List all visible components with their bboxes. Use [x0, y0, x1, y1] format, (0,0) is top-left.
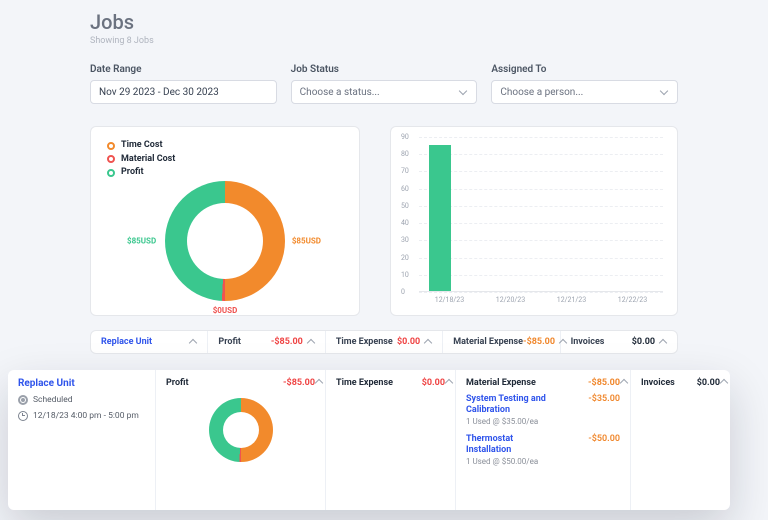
detail-invoices-label: Invoices [641, 378, 675, 388]
clock-icon [18, 411, 28, 421]
material-list: System Testing and Calibration1 Used @ $… [466, 394, 620, 466]
bar-chart: 0102030405060708090 [419, 137, 663, 292]
x-tick: 12/21/23 [541, 296, 602, 304]
donut-value-profit: $85USD [127, 237, 156, 246]
page-subtitle: Showing 8 Jobs [90, 36, 678, 46]
job-detail-panel: Replace Unit Scheduled 12/18/23 4:00 pm … [8, 370, 730, 510]
material-price: -$50.00 [588, 434, 620, 444]
collapse-icon[interactable] [189, 338, 197, 346]
job-status-select[interactable]: Choose a status... [291, 80, 478, 104]
legend-dot-material-icon [107, 155, 115, 163]
y-tick: 40 [401, 219, 409, 227]
material-sub: 1 Used @ $35.00/ea [466, 417, 554, 427]
summary-time-label: Time Expense [336, 337, 393, 347]
collapse-icon[interactable] [559, 338, 567, 346]
detail-status: Scheduled [33, 395, 73, 405]
y-tick: 90 [401, 133, 409, 141]
y-tick: 0 [401, 288, 405, 296]
legend-material-label: Material Cost [121, 153, 175, 167]
material-sub: 1 Used @ $50.00/ea [466, 457, 554, 467]
collapse-icon[interactable] [659, 338, 667, 346]
donut-value-time: $85USD [292, 237, 321, 246]
material-item: Thermostat Installation1 Used @ $50.00/e… [466, 434, 620, 466]
material-price: -$35.00 [588, 394, 620, 404]
detail-profit-label: Profit [166, 378, 189, 388]
bar [429, 145, 451, 291]
detail-profit-value: -$85.00 [283, 378, 315, 388]
legend-time-label: Time Cost [121, 139, 163, 153]
collapse-icon[interactable] [424, 338, 432, 346]
detail-time-value: $0.00 [422, 378, 445, 388]
chevron-down-icon [458, 87, 468, 97]
material-name[interactable]: System Testing and Calibration [466, 394, 554, 417]
date-range-value: Nov 29 2023 - Dec 30 2023 [99, 87, 219, 98]
summary-material-value: -$85.00 [523, 337, 555, 347]
summary-job-title[interactable]: Replace Unit [101, 337, 152, 347]
y-tick: 10 [401, 271, 409, 279]
assigned-to-select[interactable]: Choose a person... [491, 80, 678, 104]
status-icon [18, 395, 28, 405]
detail-material-label: Material Expense [466, 378, 536, 388]
detail-job-title[interactable]: Replace Unit [18, 378, 75, 389]
bar-x-axis: 12/18/2312/20/2312/21/2312/22/23 [419, 292, 663, 304]
donut-chart: $85USD $85USD $0USD [165, 181, 285, 301]
legend-dot-time-icon [107, 142, 115, 150]
y-tick: 70 [401, 167, 409, 175]
y-tick: 60 [401, 185, 409, 193]
summary-material-label: Material Expense [453, 337, 523, 347]
x-tick: 12/20/23 [480, 296, 541, 304]
summary-time-value: $0.00 [397, 337, 420, 347]
y-tick: 30 [401, 236, 409, 244]
detail-time-label: Time Expense [336, 378, 393, 388]
y-tick: 80 [401, 150, 409, 158]
y-tick: 50 [401, 202, 409, 210]
cost-breakdown-card: Time Cost Material Cost Profit $85USD $8… [90, 126, 360, 316]
date-range-label: Date Range [90, 64, 277, 75]
summary-invoices-value: $0.00 [632, 337, 655, 347]
page-title: Jobs [90, 10, 678, 34]
job-status-placeholder: Choose a status... [300, 87, 380, 98]
date-range-input[interactable]: Nov 29 2023 - Dec 30 2023 [90, 80, 277, 104]
summary-profit-value: -$85.00 [271, 337, 303, 347]
collapse-icon[interactable] [307, 338, 315, 346]
summary-invoices-label: Invoices [571, 337, 605, 347]
donut-legend: Time Cost Material Cost Profit [107, 139, 343, 180]
material-item: System Testing and Calibration1 Used @ $… [466, 394, 620, 426]
job-summary-row[interactable]: Replace Unit Profit -$85.00 Time Expense… [90, 330, 678, 354]
x-tick: 12/22/23 [602, 296, 663, 304]
detail-schedule: 12/18/23 4:00 pm - 5:00 pm [33, 411, 139, 421]
legend-profit-label: Profit [121, 166, 144, 180]
chevron-down-icon [659, 87, 669, 97]
material-name[interactable]: Thermostat Installation [466, 434, 554, 457]
mini-donut-chart [209, 398, 273, 462]
x-tick: 12/18/23 [419, 296, 480, 304]
assigned-to-placeholder: Choose a person... [500, 87, 583, 98]
assigned-to-label: Assigned To [491, 64, 678, 75]
legend-dot-profit-icon [107, 169, 115, 177]
summary-profit-label: Profit [218, 337, 241, 347]
bar-chart-card: 0102030405060708090 12/18/2312/20/2312/2… [390, 126, 678, 316]
detail-invoices-value: $0.00 [697, 378, 720, 388]
y-tick: 20 [401, 254, 409, 262]
donut-value-material: $0USD [213, 306, 238, 315]
job-status-label: Job Status [291, 64, 478, 75]
detail-material-value: -$85.00 [588, 378, 620, 388]
filter-bar: Date Range Nov 29 2023 - Dec 30 2023 Job… [90, 64, 678, 104]
